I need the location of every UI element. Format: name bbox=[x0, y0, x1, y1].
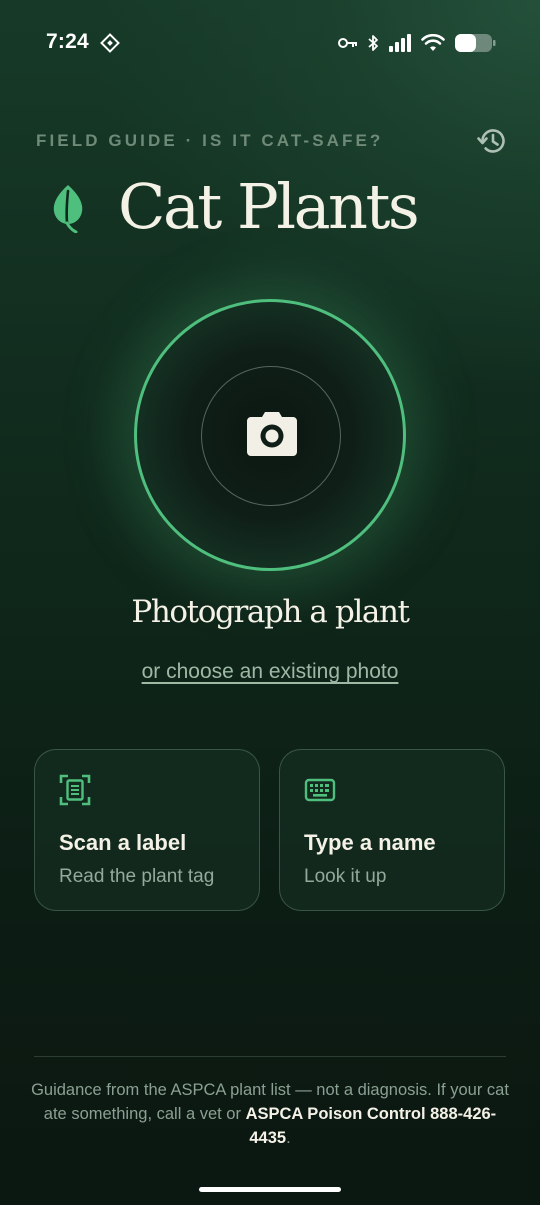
battery-icon bbox=[454, 33, 496, 53]
location-diamond-icon bbox=[100, 33, 120, 53]
history-icon bbox=[476, 129, 508, 161]
scan-label-subtitle: Read the plant tag bbox=[59, 866, 215, 887]
scan-label-card[interactable]: Scan a label Read the plant tag bbox=[34, 749, 260, 911]
poison-control-contact: ASPCA Poison Control 888-426-4435 bbox=[245, 1105, 497, 1147]
type-name-subtitle: Look it up bbox=[304, 866, 387, 887]
bluetooth-icon bbox=[367, 34, 379, 52]
disclaimer-end: . bbox=[286, 1129, 291, 1147]
scan-label-title: Scan a label bbox=[59, 830, 187, 855]
choose-existing-photo-link[interactable]: or choose an existing photo bbox=[0, 660, 540, 684]
leaf-icon bbox=[50, 183, 86, 234]
home-indicator[interactable] bbox=[199, 1187, 341, 1192]
status-icons bbox=[338, 31, 496, 55]
footer-divider bbox=[34, 1056, 506, 1057]
keyboard-icon bbox=[304, 774, 336, 806]
app-title: Cat Plants bbox=[118, 170, 420, 243]
scan-document-icon bbox=[59, 774, 91, 806]
key-icon bbox=[338, 36, 358, 50]
history-button[interactable] bbox=[476, 125, 508, 157]
wifi-icon bbox=[421, 34, 445, 52]
capture-inner-ring bbox=[201, 366, 341, 506]
status-time: 7:24 bbox=[46, 30, 89, 53]
status-bar: 7:24 bbox=[0, 0, 540, 86]
eyebrow-text: FIELD GUIDE · IS IT CAT-SAFE? bbox=[36, 131, 384, 150]
type-name-card[interactable]: Type a name Look it up bbox=[279, 749, 505, 911]
type-name-title: Type a name bbox=[304, 830, 436, 855]
disclaimer: Guidance from the ASPCA plant list — not… bbox=[30, 1078, 510, 1150]
camera-icon bbox=[246, 411, 298, 457]
capture-button[interactable] bbox=[134, 299, 406, 571]
cellular-signal-icon bbox=[388, 34, 412, 52]
capture-label: Photograph a plant bbox=[131, 594, 410, 630]
